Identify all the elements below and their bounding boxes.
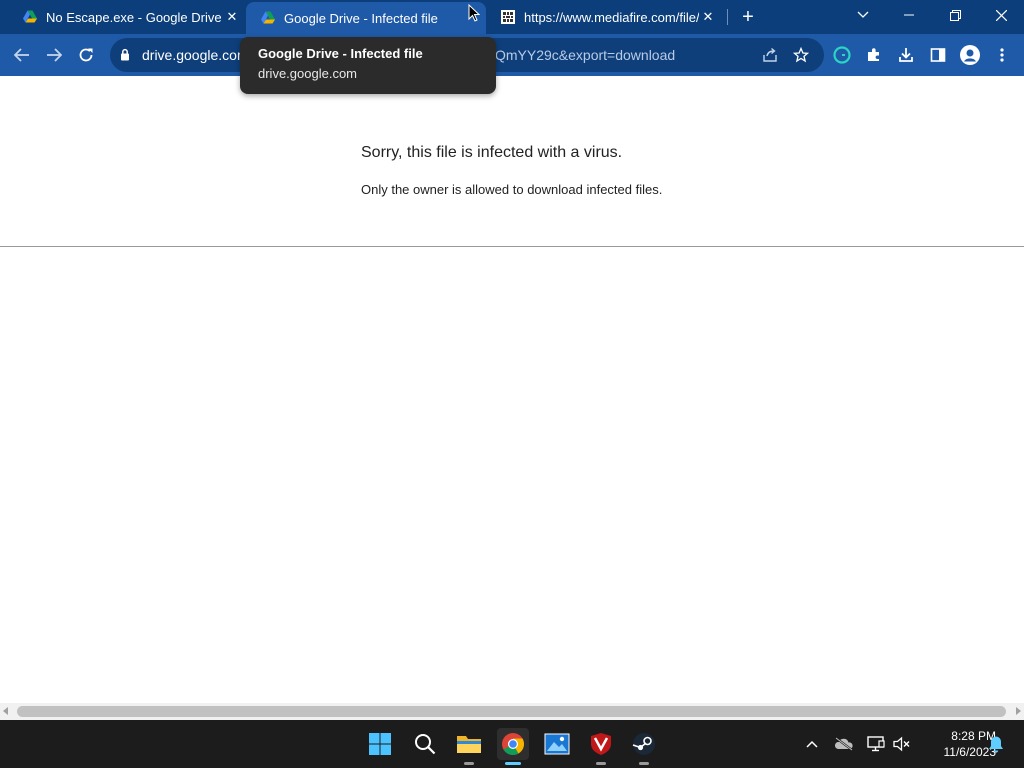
arrow-left-icon — [14, 48, 29, 62]
forward-button[interactable] — [42, 43, 66, 67]
chevron-down-icon — [857, 11, 869, 18]
tab-separator — [727, 9, 728, 25]
app-indicator — [596, 762, 606, 765]
clock-date: 11/6/2023 — [943, 745, 997, 759]
tab-search-button[interactable] — [840, 0, 886, 30]
chevron-up-icon — [806, 740, 818, 748]
minimize-icon — [904, 14, 914, 16]
chrome-icon — [502, 733, 524, 755]
scroll-left-icon[interactable] — [3, 707, 8, 715]
reload-icon — [79, 48, 93, 62]
tab-close-icon[interactable]: ✕ — [700, 9, 716, 25]
search-icon — [415, 734, 436, 755]
puzzle-icon — [868, 48, 879, 61]
photos-icon — [544, 733, 570, 755]
taskbar-file-explorer[interactable] — [453, 728, 485, 765]
extension-grammar-button[interactable] — [830, 43, 854, 67]
url-query: QmYY29c&export=download — [495, 47, 676, 63]
divider — [0, 246, 1024, 247]
steam-icon — [632, 733, 655, 755]
profile-button[interactable] — [958, 43, 982, 67]
close-window-button[interactable] — [978, 0, 1024, 30]
tab-title: https://www.mediafire.com/file/b — [524, 9, 699, 25]
horizontal-scrollbar[interactable] — [0, 703, 1024, 720]
share-icon[interactable] — [762, 47, 778, 63]
download-icon — [899, 48, 913, 62]
extensions-button[interactable] — [862, 43, 886, 67]
app-indicator — [464, 762, 474, 765]
restore-icon — [949, 9, 961, 21]
taskbar: 8:28 PM 11/6/2023 — [0, 720, 1024, 768]
mediafire-icon — [501, 10, 515, 24]
star-icon[interactable] — [793, 47, 809, 63]
downloads-button[interactable] — [894, 43, 918, 67]
file-explorer-icon — [457, 736, 481, 753]
tooltip-domain: drive.google.com — [258, 66, 357, 81]
tab-hover-tooltip: Google Drive - Infected file drive.googl… — [240, 37, 496, 94]
tray-onedrive[interactable] — [834, 734, 854, 754]
side-panel-button[interactable] — [926, 43, 950, 67]
tab-mediafire[interactable]: https://www.mediafire.com/file/b ✕ — [490, 0, 722, 34]
google-drive-icon — [23, 10, 37, 23]
browser-toolbar: drive.google.com QmYY29c&export=download — [0, 34, 1024, 76]
taskbar-steam[interactable] — [628, 728, 660, 765]
tab-no-escape[interactable]: No Escape.exe - Google Drive ✕ — [14, 0, 246, 34]
taskbar-search-button[interactable] — [409, 728, 441, 760]
mcafee-icon — [591, 733, 611, 755]
scroll-right-icon[interactable] — [1016, 707, 1021, 715]
lock-icon[interactable] — [120, 48, 130, 61]
tooltip-title: Google Drive - Infected file — [258, 46, 423, 61]
tab-strip: No Escape.exe - Google Drive ✕ Google Dr… — [0, 0, 1024, 34]
reload-button[interactable] — [74, 43, 98, 67]
bell-icon — [989, 736, 1003, 753]
url-host: drive.google.com — [142, 47, 249, 63]
tab-infected-file[interactable]: Google Drive - Infected file — [246, 2, 486, 34]
system-clock[interactable]: 8:28 PM 11/6/2023 — [918, 728, 997, 760]
network-icon — [867, 736, 885, 752]
new-tab-button[interactable]: + — [737, 6, 759, 28]
clock-time: 8:28 PM — [951, 729, 996, 743]
volume-muted-icon — [893, 736, 910, 752]
start-button[interactable] — [364, 728, 396, 760]
avatar-icon — [960, 45, 980, 65]
page-subtext: Only the owner is allowed to download in… — [361, 182, 663, 197]
page-heading: Sorry, this file is infected with a viru… — [361, 144, 623, 161]
mouse-cursor-icon — [468, 4, 480, 22]
tab-close-icon[interactable]: ✕ — [224, 9, 240, 25]
arrow-right-icon — [47, 48, 62, 62]
notifications-button[interactable] — [986, 734, 1006, 754]
restore-button[interactable] — [932, 0, 978, 30]
tab-title: No Escape.exe - Google Drive — [46, 9, 222, 25]
more-vertical-icon — [1000, 48, 1004, 62]
back-button[interactable] — [10, 43, 34, 67]
taskbar-photos[interactable] — [541, 728, 573, 760]
menu-button[interactable] — [990, 43, 1014, 67]
tray-volume[interactable] — [892, 734, 912, 754]
minimize-button[interactable] — [886, 0, 932, 30]
taskbar-mcafee[interactable] — [585, 728, 617, 765]
start-icon — [369, 733, 391, 755]
close-icon — [995, 9, 1007, 21]
extension-circle-icon — [833, 46, 851, 64]
app-indicator — [639, 762, 649, 765]
google-drive-icon — [261, 11, 275, 24]
cloud-off-icon — [834, 737, 853, 751]
tab-title: Google Drive - Infected file — [284, 10, 438, 26]
side-panel-icon — [930, 48, 946, 62]
tray-network[interactable] — [866, 734, 886, 754]
tray-overflow-button[interactable] — [802, 734, 822, 754]
taskbar-chrome[interactable] — [497, 728, 529, 765]
active-app-indicator — [505, 762, 521, 765]
scrollbar-thumb[interactable] — [17, 706, 1006, 717]
